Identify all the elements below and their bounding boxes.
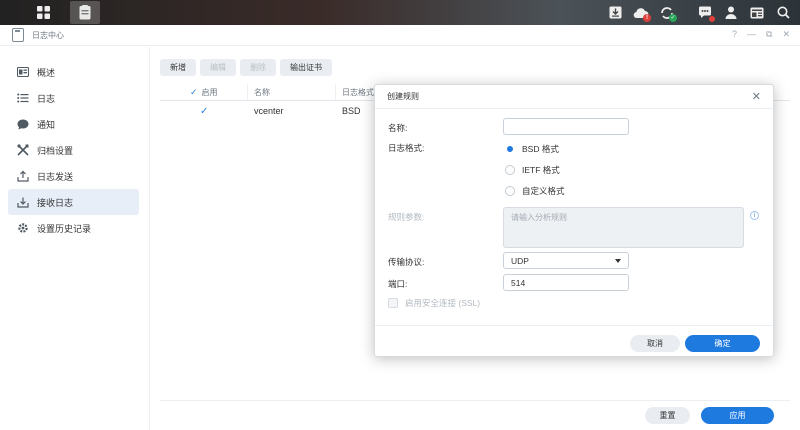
download-box-icon [609, 6, 621, 19]
sidebar-item-overview[interactable]: 概述 [8, 59, 139, 85]
delete-button[interactable]: 删除 [240, 59, 276, 76]
chat-bubble-icon [16, 119, 30, 130]
widgets-button[interactable] [746, 2, 768, 23]
radio-selected-icon[interactable] [505, 144, 515, 154]
radio-unselected-icon[interactable] [505, 186, 515, 196]
ok-badge-icon: ✓ [669, 14, 677, 22]
apply-button[interactable]: 应用 [701, 407, 774, 424]
ssl-checkbox[interactable] [388, 298, 398, 308]
taskbar-log-center-button[interactable] [70, 1, 100, 24]
column-name-label: 名称 [254, 87, 270, 97]
rule-params-label: 规则参数: [388, 212, 425, 222]
name-label: 名称: [388, 123, 408, 133]
ssl-label: 启用安全连接 (SSL) [405, 298, 481, 308]
window-titlebar[interactable]: 日志中心 ? — ⧉ ✕ [0, 25, 800, 46]
port-label: 端口: [388, 279, 408, 289]
sidebar-item-logs[interactable]: 日志 [8, 85, 139, 111]
column-name[interactable]: 名称 [248, 84, 336, 100]
sidebar-item-label: 设置历史记录 [37, 223, 92, 234]
protocol-value: UDP [511, 255, 529, 266]
sidebar-item-log-sending[interactable]: 日志发送 [8, 163, 139, 189]
tools-icon [16, 144, 30, 156]
log-center-app-icon [79, 5, 91, 20]
widgets-icon [750, 7, 764, 18]
format-option-label: IETF 格式 [522, 165, 560, 175]
row-name-cell: vcenter [254, 106, 284, 116]
column-enabled[interactable]: ✓ 启用 [160, 84, 248, 100]
dialog-footer-divider [375, 325, 773, 326]
sync-status-button[interactable]: ✓ [656, 2, 678, 23]
dialog-close-icon[interactable]: ✕ [752, 90, 761, 103]
list-icon [16, 93, 30, 103]
port-input[interactable]: 514 [503, 274, 629, 291]
select-all-check-icon[interactable]: ✓ [190, 87, 198, 98]
help-icon[interactable]: ? [732, 29, 737, 40]
sidebar-item-notifications[interactable]: 通知 [8, 111, 139, 137]
overview-icon [16, 67, 30, 77]
alert-badge-icon: ! [643, 14, 651, 22]
upload-icon [16, 170, 30, 182]
protocol-select[interactable]: UDP [503, 252, 629, 269]
reset-button[interactable]: 重置 [645, 407, 690, 424]
package-status-button[interactable] [604, 2, 626, 23]
ssl-option[interactable]: 启用安全连接 (SSL) [388, 297, 480, 309]
column-enabled-label: 启用 [201, 87, 218, 97]
taskbar-separator [682, 2, 690, 23]
gear-icon [16, 222, 30, 234]
main-menu-button[interactable] [28, 1, 58, 24]
log-center-icon [12, 28, 24, 42]
sidebar-item-label: 概述 [37, 67, 56, 78]
format-option-label: 自定义格式 [522, 186, 565, 196]
export-certificate-button[interactable]: 输出证书 [280, 59, 332, 76]
user-button[interactable] [720, 2, 742, 23]
cloud-alert-button[interactable]: ! [630, 2, 652, 23]
column-format-label: 日志格式 [342, 87, 374, 97]
sidebar-item-receive-logs[interactable]: 接收日志 [8, 189, 139, 215]
grid-apps-icon [36, 6, 50, 19]
ok-button[interactable]: 确定 [685, 335, 760, 352]
sidebar-item-label: 日志发送 [37, 171, 74, 182]
user-icon [725, 6, 737, 19]
search-icon [777, 6, 790, 19]
minimize-icon[interactable]: — [747, 29, 756, 40]
sidebar-item-label: 接收日志 [37, 197, 74, 208]
edit-button[interactable]: 编辑 [200, 59, 236, 76]
search-button[interactable] [772, 2, 794, 23]
format-option-custom[interactable]: 自定义格式 [505, 185, 565, 197]
checkbox-checked-icon[interactable]: ✓ [200, 106, 208, 117]
notifications-button[interactable] [694, 2, 716, 23]
chevron-down-icon [615, 259, 621, 263]
footer-divider [160, 400, 790, 401]
window-title: 日志中心 [32, 30, 64, 40]
sidebar-item-settings-history[interactable]: 设置历史记录 [8, 215, 139, 241]
row-enabled-cell[interactable]: ✓ [160, 106, 248, 117]
sidebar-item-label: 归档设置 [37, 145, 74, 156]
format-option-label: BSD 格式 [522, 144, 559, 154]
sidebar-item-label: 通知 [37, 119, 56, 130]
create-rule-dialog: 创建规则 ✕ 名称: 日志格式: BSD 格式 IETF 格式 自定义格式 规则… [374, 84, 774, 357]
add-button[interactable]: 新增 [160, 59, 196, 76]
log-format-label: 日志格式: [388, 143, 425, 153]
inbox-icon [16, 196, 30, 208]
notification-dot-icon [709, 16, 715, 22]
restore-icon[interactable]: ⧉ [766, 29, 772, 40]
toolbar: 新增 编辑 删除 输出证书 [160, 59, 332, 76]
rule-params-textarea[interactable]: 请输入分析规则 [503, 207, 744, 248]
sidebar-item-archive-settings[interactable]: 归档设置 [8, 137, 139, 163]
format-option-bsd[interactable]: BSD 格式 [505, 143, 559, 155]
desktop-taskbar: ! ✓ [0, 0, 800, 25]
cancel-button[interactable]: 取消 [630, 335, 680, 352]
close-icon[interactable]: ✕ [782, 29, 790, 40]
radio-unselected-icon[interactable] [505, 165, 515, 175]
sidebar: 概述 日志 通知 归档设置 日志发送 接收日志 设置历史记录 [0, 47, 150, 430]
protocol-label: 传输协议: [388, 257, 425, 267]
name-input[interactable] [503, 118, 629, 135]
format-option-ietf[interactable]: IETF 格式 [505, 164, 560, 176]
sidebar-item-label: 日志 [37, 93, 56, 104]
dialog-title: 创建规则 [375, 85, 773, 109]
info-icon[interactable]: i [750, 211, 759, 220]
